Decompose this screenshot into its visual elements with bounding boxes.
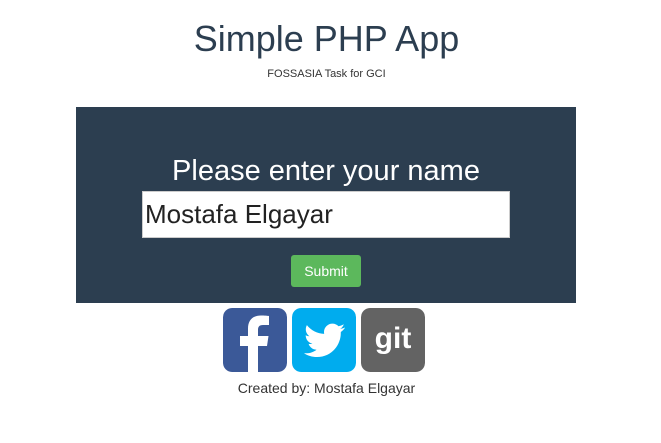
twitter-icon bbox=[292, 308, 356, 372]
twitter-link[interactable] bbox=[292, 308, 356, 372]
git-link[interactable]: git bbox=[361, 308, 425, 372]
name-input[interactable] bbox=[142, 191, 510, 238]
facebook-link[interactable] bbox=[223, 308, 287, 372]
page-title: Simple PHP App bbox=[193, 18, 460, 59]
name-prompt: Please enter your name bbox=[172, 155, 480, 187]
git-icon: git bbox=[361, 308, 425, 372]
submit-button[interactable]: Submit bbox=[291, 255, 361, 287]
page: Simple PHP App FOSSASIA Task for GCI Ple… bbox=[0, 0, 661, 443]
name-form: Please enter your name Submit bbox=[76, 107, 576, 303]
author-credit: Created by: Mostafa Elgayar bbox=[237, 380, 416, 396]
page-subtitle: FOSSASIA Task for GCI bbox=[267, 68, 386, 80]
git-icon-label: git bbox=[375, 322, 412, 355]
social-links: git bbox=[223, 308, 426, 372]
facebook-icon bbox=[223, 308, 287, 372]
